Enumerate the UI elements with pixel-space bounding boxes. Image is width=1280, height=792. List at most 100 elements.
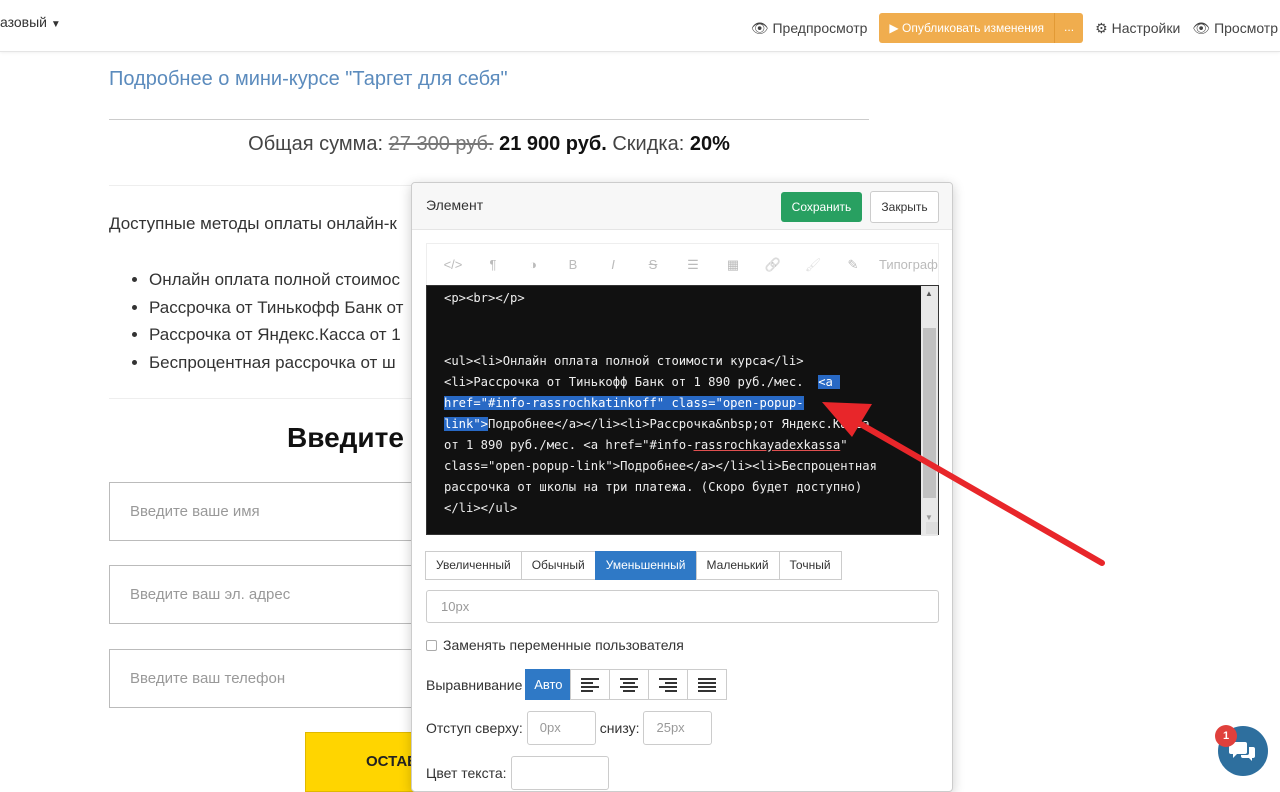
publish-label: Опубликовать изменения — [902, 21, 1045, 35]
view-label: Просмотр — [1214, 20, 1278, 36]
code-line: <li>Рассрочка от Тинькофф Банк от 1 890 … — [444, 375, 819, 389]
chat-unread-badge: 1 — [1215, 725, 1237, 747]
course-link[interactable]: Подробнее о мини-курсе "Таргет для себя" — [109, 68, 508, 91]
brush-icon[interactable]: 🖌 — [793, 257, 833, 273]
size-option-exact[interactable]: Точный — [778, 551, 842, 580]
code-scrollbar[interactable]: ▲ ▼ — [921, 286, 938, 536]
list-item: Онлайн оплата полной стоимос — [149, 266, 403, 294]
code-line: Подробнее</a></li><li>Рассрочка&nbsp;от … — [488, 417, 870, 431]
size-option-large[interactable]: Увеличенный — [425, 551, 522, 580]
caret-down-icon: ▼ — [50, 19, 61, 30]
code-selection: <a — [818, 375, 841, 389]
font-size-selector: Увеличенный Обычный Уменьшенный Маленьки… — [425, 551, 842, 580]
align-auto-button[interactable]: Авто — [525, 669, 572, 700]
checkbox-box[interactable] — [426, 639, 437, 651]
bold-icon[interactable]: B — [553, 257, 593, 272]
size-option-small[interactable]: Маленький — [695, 551, 780, 580]
padding-bottom-input[interactable]: 25px — [643, 711, 713, 745]
strikethrough-icon[interactable]: S — [633, 257, 673, 272]
modal-header: Элемент Сохранить Закрыть — [412, 183, 952, 230]
align-center-icon — [620, 677, 639, 692]
close-button[interactable]: Закрыть — [870, 191, 939, 223]
publish-more-button[interactable]: ... — [1054, 13, 1084, 43]
padding-top-input[interactable]: 0px — [526, 711, 596, 745]
list-icon[interactable]: ☰ — [673, 257, 713, 273]
text-color-row: Цвет текста: — [426, 756, 609, 790]
total-sum: Общая сумма: 27 300 руб. 21 900 руб. Ски… — [109, 133, 869, 156]
replace-vars-label: Заменять переменные пользователя — [443, 637, 684, 653]
align-left-button[interactable] — [570, 669, 611, 700]
scroll-down-icon[interactable]: ▼ — [925, 513, 933, 522]
code-selection: link"> — [444, 417, 489, 431]
code-view-icon[interactable]: </> — [433, 257, 473, 272]
typograf-button[interactable]: Типограф — [879, 257, 938, 272]
code-line: <p><br></p> — [444, 291, 525, 305]
payment-methods-list: Онлайн оплата полной стоимос Рассрочка о… — [149, 266, 403, 376]
code-line: рассрочка от школы на три платежа. (Скор… — [444, 480, 863, 494]
modal-title: Элемент — [426, 197, 484, 213]
text-color-label: Цвет текста: — [426, 765, 507, 781]
preview-label: Предпросмотр — [772, 20, 868, 36]
code-line: от 1 890 руб./мес. <a href="#info- — [444, 438, 694, 452]
list-item: Рассрочка от Яндекс.Касса от 1 — [149, 321, 403, 349]
padding-top-label: Отступ сверху: — [426, 720, 523, 736]
template-dropdown[interactable]: азовый ▼ — [0, 14, 61, 30]
code-line: " — [840, 438, 848, 452]
editor-toolbar: </> ¶ ◑ B I S ☰ ▦ 🔗 🖌 ✎ Типограф — [426, 243, 939, 285]
discount-value: 20% — [689, 133, 730, 155]
size-option-reduced[interactable]: Уменьшенный — [594, 551, 697, 580]
replace-vars-checkbox[interactable]: Заменять переменные пользователя — [426, 637, 684, 653]
preview-button[interactable]: 👁 Предпросмотр — [751, 20, 868, 37]
list-item: Беспроцентная рассрочка от ш — [149, 349, 403, 377]
table-icon[interactable]: ▦ — [713, 257, 753, 273]
discount-label: Скидка: — [612, 133, 685, 155]
view-button[interactable]: 👁 Просмотр — [1192, 20, 1278, 37]
link-icon[interactable]: 🔗 — [753, 257, 793, 273]
eye-slash-icon: 👁 — [750, 19, 769, 36]
paragraph-icon[interactable]: ¶ — [473, 257, 513, 272]
code-misspelled: rassrochkayadexkassa — [693, 438, 841, 452]
publish-button[interactable]: ▶ Опубликовать изменения — [879, 13, 1055, 43]
padding-row: Отступ сверху: 0px снизу: 25px — [426, 711, 716, 745]
resize-handle[interactable] — [926, 522, 938, 534]
text-color-input[interactable] — [510, 756, 609, 790]
align-justify-icon — [698, 677, 717, 692]
scroll-up-icon[interactable]: ▲ — [925, 289, 933, 298]
template-dropdown-label: азовый — [0, 14, 47, 30]
align-left-icon — [581, 677, 600, 692]
code-line: </li></ul> — [444, 501, 518, 515]
gear-icon: ⚙ — [1095, 19, 1108, 36]
align-center-button[interactable] — [609, 669, 650, 700]
align-justify-button[interactable] — [687, 669, 728, 700]
old-price: 27 300 руб. — [388, 133, 494, 155]
element-editor-modal: Элемент Сохранить Закрыть </> ¶ ◑ B I S … — [411, 182, 953, 792]
payment-methods-title: Доступные методы оплаты онлайн-к — [109, 214, 397, 233]
save-button[interactable]: Сохранить — [781, 192, 862, 222]
html-code-editor[interactable]: <p><br></p> <ul><li>Онлайн оплата полной… — [426, 285, 939, 536]
code-line: <ul><li>Онлайн оплата полной стоимости к… — [444, 354, 804, 368]
align-right-button[interactable] — [648, 669, 689, 700]
size-option-normal[interactable]: Обычный — [520, 551, 596, 580]
divider — [109, 119, 869, 120]
total-label: Общая сумма: — [248, 133, 384, 155]
font-size-input[interactable]: 10px — [426, 590, 939, 623]
settings-button[interactable]: ⚙ Настройки — [1095, 20, 1180, 37]
code-line: class="open-popup-link">Подробнее</a></l… — [444, 459, 877, 473]
alignment-row: Выравнивание Авто — [426, 669, 728, 700]
alignment-label: Выравнивание — [426, 676, 523, 693]
new-price: 21 900 руб. — [499, 133, 607, 155]
contrast-icon[interactable]: ◑ — [513, 257, 553, 272]
code-selection: href="#info-rassrochkatinkoff" class="op… — [444, 396, 804, 410]
italic-icon[interactable]: I — [593, 257, 633, 272]
play-icon: ▶ — [889, 21, 899, 35]
scroll-thumb[interactable] — [923, 328, 936, 498]
padding-bottom-label: снизу: — [599, 720, 640, 736]
eye-icon: 👁 — [1192, 19, 1211, 36]
code-content[interactable]: <p><br></p> <ul><li>Онлайн оплата полной… — [444, 288, 914, 519]
top-toolbar: азовый ▼ 👁 Предпросмотр ▶ Опубликовать и… — [0, 0, 1280, 52]
pencil-icon[interactable]: ✎ — [833, 257, 873, 273]
list-item: Рассрочка от Тинькофф Банк от — [149, 294, 403, 322]
form-title: Введите — [287, 422, 404, 453]
align-right-icon — [659, 677, 678, 692]
settings-label: Настройки — [1111, 20, 1181, 36]
